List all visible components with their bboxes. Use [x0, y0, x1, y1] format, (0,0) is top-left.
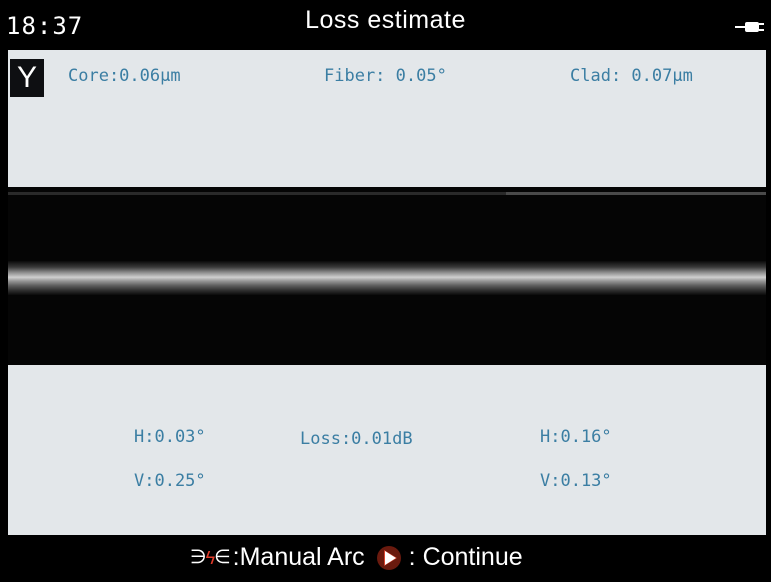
clad-offset: Clad: 0.07μm — [570, 66, 693, 86]
right-horizontal-angle: H:0.16° — [540, 427, 612, 447]
loss-estimate-value: Loss:0.01dB — [300, 429, 413, 449]
fusion-splicer-screen: 18:37 Loss estimate Y Core:0.06μm Fiber:… — [0, 0, 771, 582]
fiber-edge-line — [8, 192, 506, 195]
play-icon[interactable] — [376, 545, 401, 570]
header-bar: 18:37 Loss estimate — [0, 0, 771, 50]
fiber-camera-view — [8, 187, 766, 365]
right-vertical-angle: V:0.13° — [540, 471, 612, 491]
continue-label: : Continue — [408, 543, 523, 571]
manual-arc-label: :Manual Arc — [232, 543, 365, 571]
arc-icon[interactable]: ∋ ϟ ∈ — [190, 548, 231, 567]
footer-bar: ∋ ϟ ∈ :Manual Arc : Continue — [0, 535, 771, 582]
axis-indicator: Y — [10, 59, 44, 97]
fiber-angle: Fiber: 0.05° — [324, 66, 447, 86]
battery-plug-icon — [735, 22, 764, 32]
page-title: Loss estimate — [305, 6, 466, 34]
fiber-edge-line — [506, 192, 766, 195]
left-vertical-angle: V:0.25° — [134, 471, 206, 491]
fiber-core-image — [8, 261, 766, 295]
top-measurement-panel: Y Core:0.06μm Fiber: 0.05° Clad: 0.07μm — [8, 50, 766, 187]
left-horizontal-angle: H:0.03° — [134, 427, 206, 447]
core-offset: Core:0.06μm — [68, 66, 181, 86]
footer-hints: ∋ ϟ ∈ :Manual Arc : Continue — [190, 543, 523, 572]
bottom-measurement-panel: H:0.03° V:0.25° Loss:0.01dB H:0.16° V:0.… — [8, 365, 766, 535]
